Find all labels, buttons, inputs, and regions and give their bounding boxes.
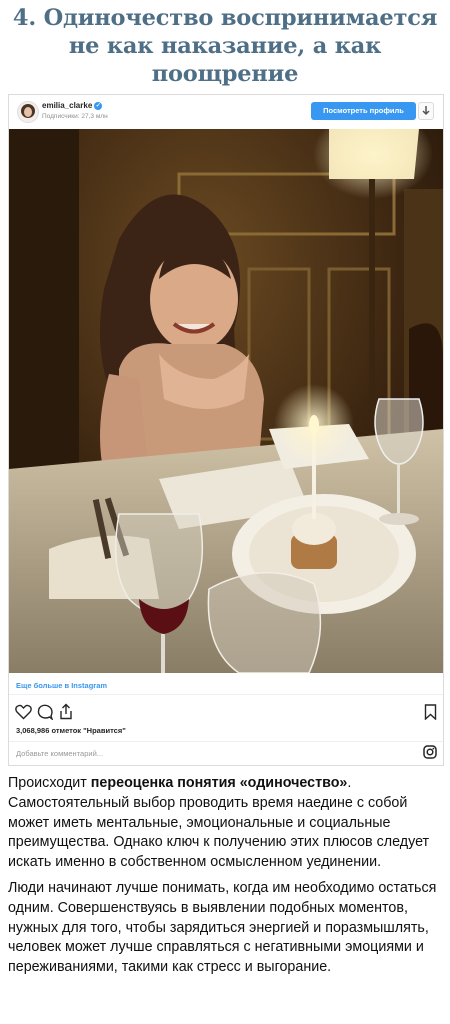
instagram-icon[interactable] [423,745,437,759]
comment-input[interactable]: Добавьте комментарий... [16,749,103,758]
avatar[interactable] [17,101,39,123]
heading-line: 4. Одиночество воспринимается [12,5,438,31]
heading-line: поощрение [151,61,299,87]
share-icon[interactable] [58,703,74,720]
download-button[interactable] [418,102,434,120]
article-body: Происходит переоценка понятия «одиночест… [8,774,446,984]
post-header: emilia_clarke ✓ Подписчики: 27,3 млн Посм… [9,95,443,129]
action-bar [9,701,443,723]
followers-count: Подписчики: 27,3 млн [42,113,108,120]
heart-icon[interactable] [15,704,32,720]
article-heading: 4. Одиночество воспринимается не как нак… [0,0,450,88]
download-icon [422,106,430,116]
likes-count: 3,068,986 отметок "Нравится" [16,726,126,735]
paragraph-text: Происходит [8,775,91,791]
bookmark-icon[interactable] [424,704,437,720]
comment-icon[interactable] [37,704,53,720]
heading-line: не как наказание, а как [68,33,382,59]
paragraph: Происходит переоценка понятия «одиночест… [8,774,446,873]
emphasis-text: переоценка понятия «одиночество» [90,775,348,791]
username-link[interactable]: emilia_clarke [42,101,92,110]
more-on-instagram-link[interactable]: Еще больше в Instagram [16,681,107,690]
verified-icon: ✓ [94,101,103,110]
paragraph: Люди начинают лучше понимать, когда им н… [8,879,437,976]
divider [9,694,443,695]
username-row: emilia_clarke ✓ [42,101,103,110]
view-profile-button[interactable]: Посмотреть профиль [311,102,416,120]
instagram-embed: emilia_clarke ✓ Подписчики: 27,3 млн Посм… [8,94,444,766]
post-photo[interactable] [9,129,443,673]
divider [9,741,443,742]
